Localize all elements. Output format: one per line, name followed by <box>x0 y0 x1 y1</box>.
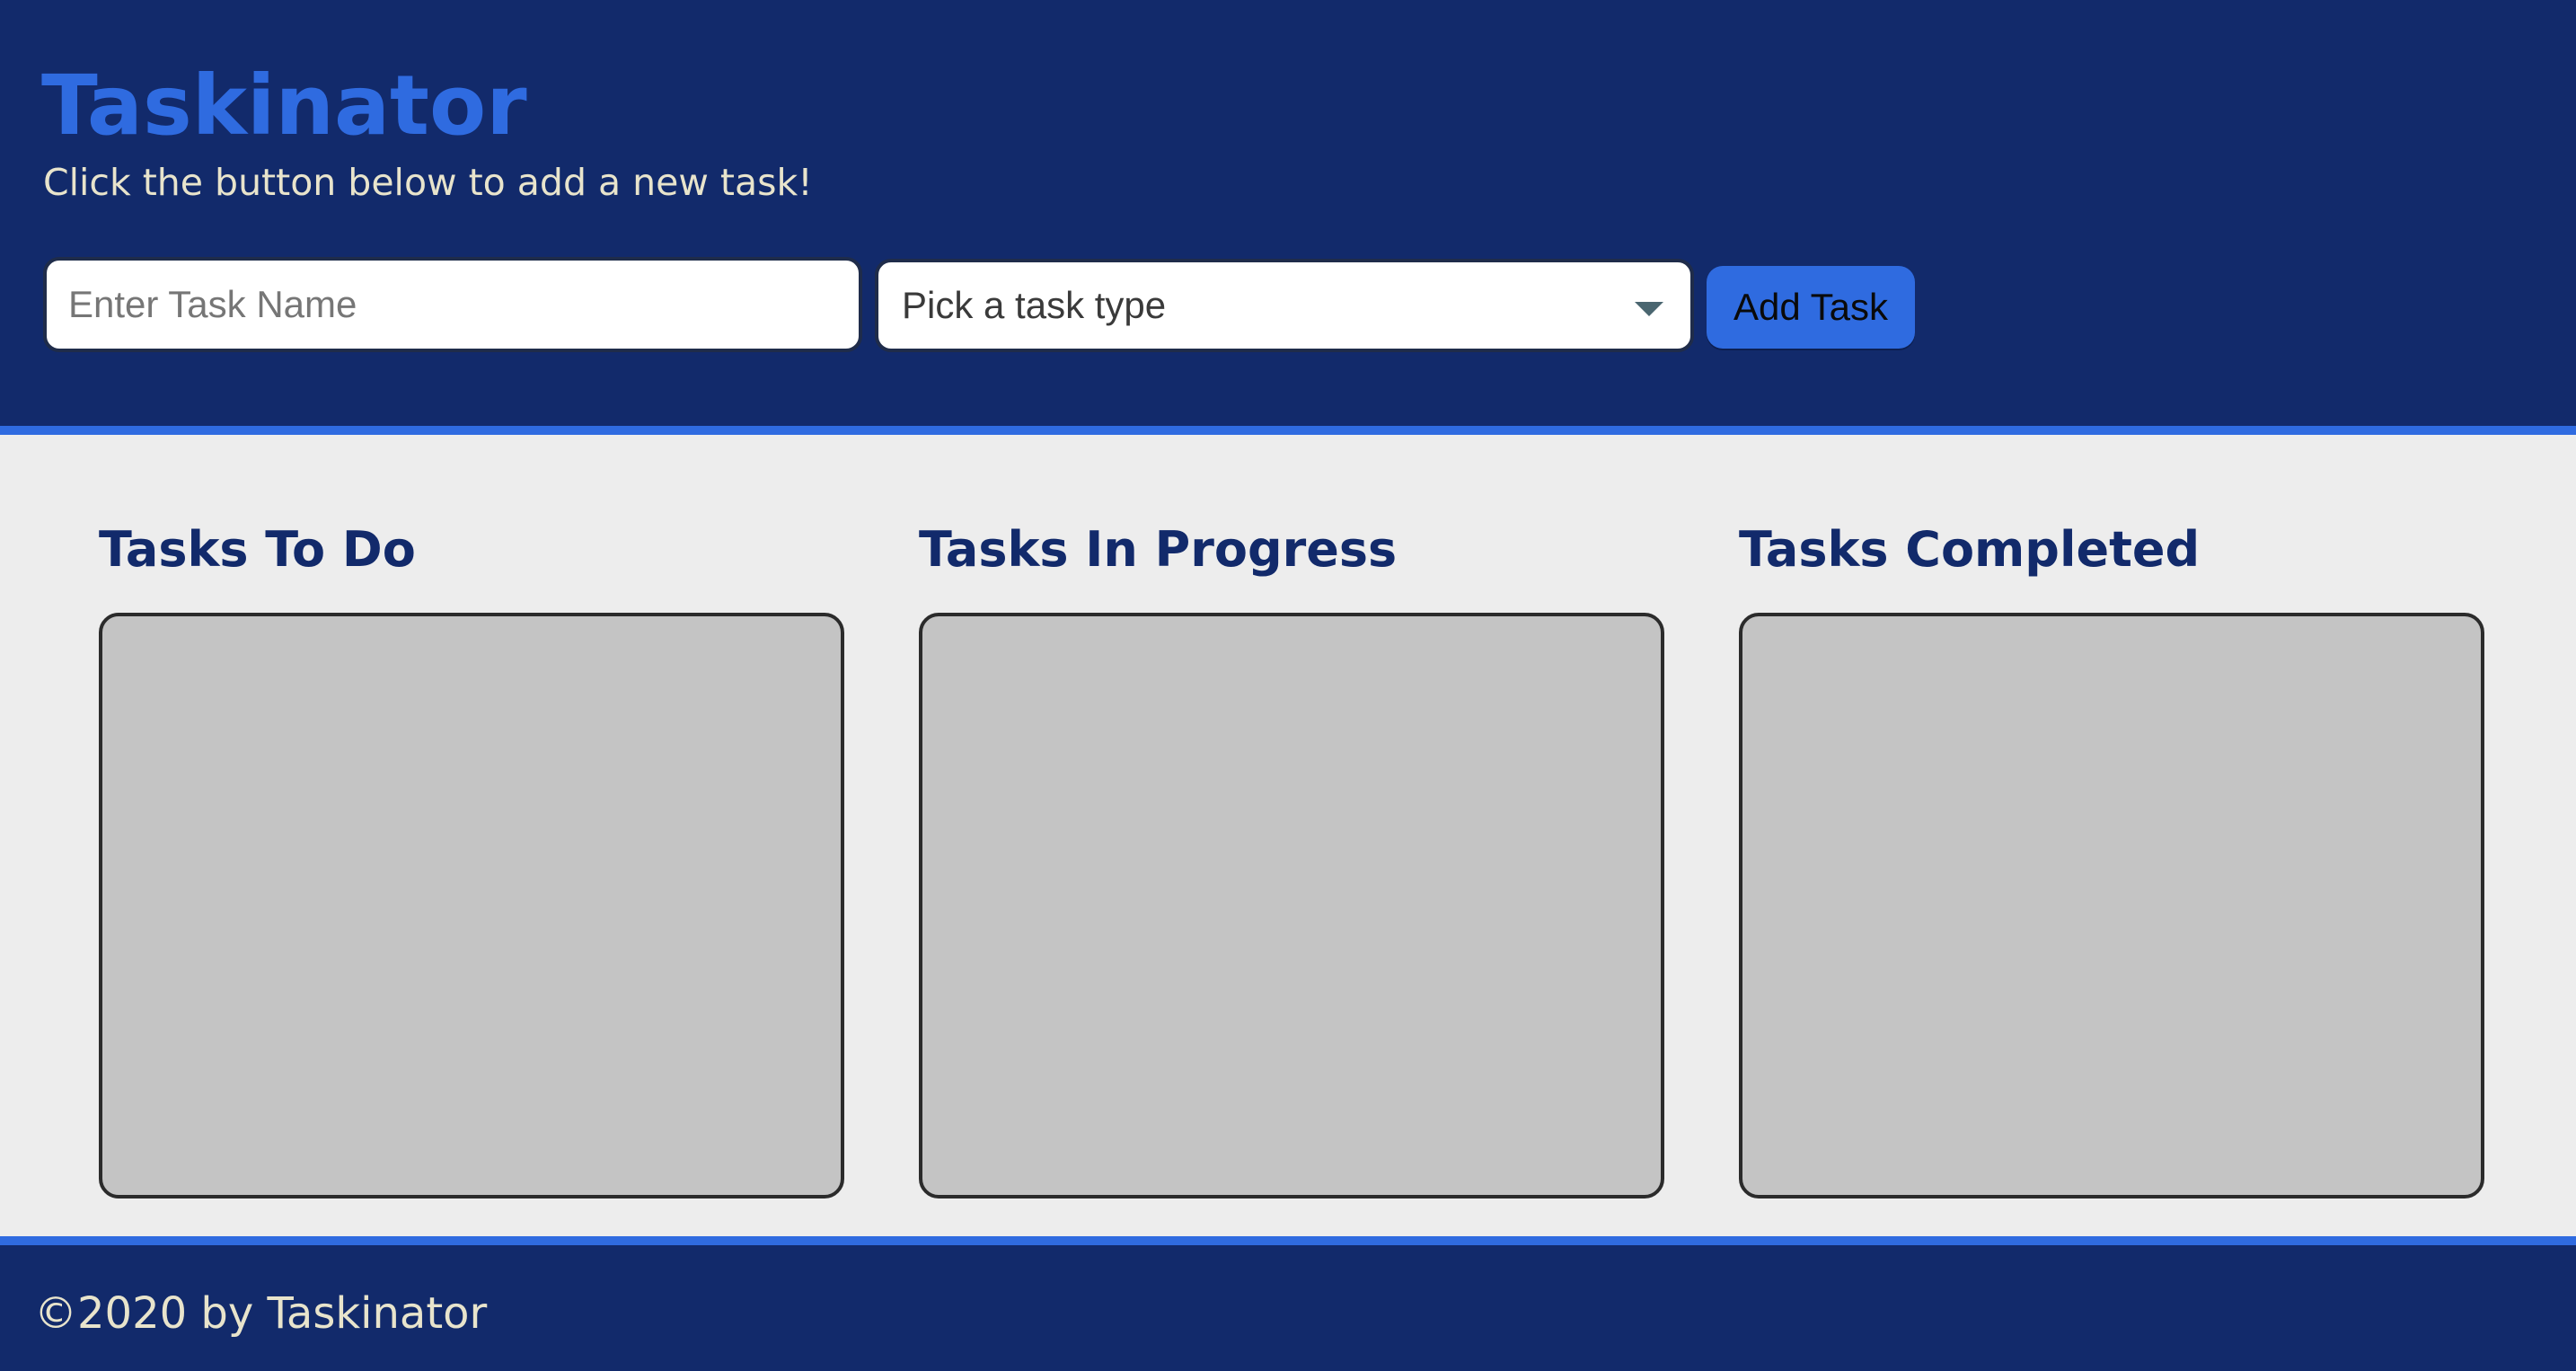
task-columns: Tasks To Do Tasks In Progress Tasks Comp… <box>99 514 2484 1204</box>
task-name-input[interactable] <box>43 257 862 352</box>
add-task-button[interactable]: Add Task <box>1707 266 1915 349</box>
task-type-selected-value: Pick a task type <box>902 284 1167 326</box>
task-list-completed[interactable] <box>1739 613 2484 1199</box>
app-subtitle: Click the button below to add a new task… <box>43 161 813 204</box>
page-footer: ©2020 by Taskinator <box>0 1236 2576 1371</box>
column-title-completed: Tasks Completed <box>1739 521 2201 578</box>
page-header: Taskinator Click the button below to add… <box>0 0 2576 435</box>
column-title-in-progress: Tasks In Progress <box>919 521 1398 578</box>
footer-copyright: ©2020 by Taskinator <box>34 1288 488 1339</box>
column-tasks-to-do: Tasks To Do <box>99 514 844 1199</box>
column-tasks-completed: Tasks Completed <box>1739 514 2484 1199</box>
chevron-down-icon <box>1635 302 1663 316</box>
app-title: Taskinator <box>41 57 527 154</box>
column-tasks-in-progress: Tasks In Progress <box>919 514 1664 1199</box>
task-list-to-do[interactable] <box>99 613 844 1199</box>
task-form: Pick a task type Add Task <box>43 257 1929 352</box>
task-type-select[interactable]: Pick a task type <box>875 259 1694 352</box>
column-title-to-do: Tasks To Do <box>99 521 416 578</box>
task-list-in-progress[interactable] <box>919 613 1664 1199</box>
